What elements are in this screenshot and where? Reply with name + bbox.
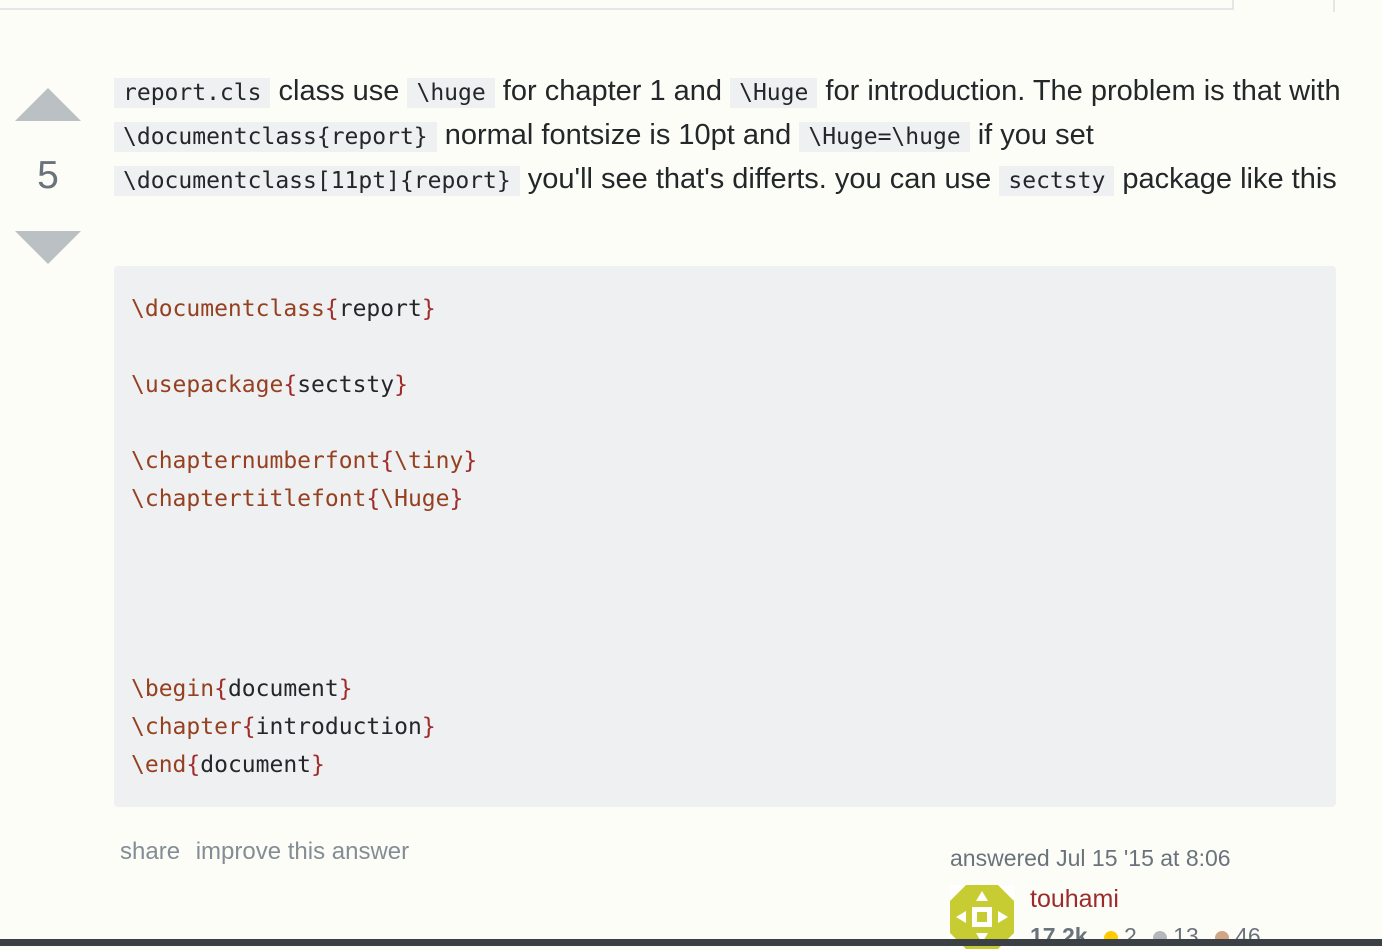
- code-block: \documentclass{report} \usepackage{sectst…: [114, 266, 1336, 807]
- code-command: \usepackage: [131, 372, 284, 398]
- code-line: \chapternumberfont{\tiny}: [131, 442, 1319, 480]
- code-brace: }: [338, 676, 353, 702]
- body-text: package like this: [1114, 163, 1337, 195]
- code-command: \end: [131, 752, 187, 778]
- code-argument: introduction: [255, 714, 422, 740]
- bottom-scroll-bar: [0, 939, 1382, 946]
- answer-body: report.cls class use \huge for chapter 1…: [114, 70, 1344, 202]
- code-line: \usepackage{sectsty}: [131, 366, 1319, 404]
- code-argument-command: \Huge: [380, 486, 450, 512]
- body-text: for introduction. The problem is that wi…: [817, 75, 1341, 107]
- user-info: answered Jul 15 '15 at 8:06 touhami 17.2…: [950, 845, 1280, 949]
- inline-code: \Huge: [730, 78, 818, 108]
- code-brace: {: [283, 372, 298, 398]
- inline-code: \documentclass[11pt]{report}: [114, 166, 520, 196]
- body-text: normal fontsize is 10pt and: [436, 119, 800, 151]
- inline-code: sectsty: [999, 166, 1115, 196]
- inline-code: \Huge=\huge: [799, 122, 970, 152]
- code-argument-command: \tiny: [394, 448, 464, 474]
- body-text: class use: [270, 75, 408, 107]
- code-brace: {: [380, 448, 395, 474]
- share-link[interactable]: share: [120, 838, 180, 865]
- code-line: \end{document}: [131, 746, 1319, 784]
- code-command: \chapter: [131, 714, 242, 740]
- code-brace: }: [311, 752, 325, 778]
- body-text: you'll see that's differts. you can use: [519, 163, 1000, 195]
- code-brace: }: [449, 486, 464, 512]
- code-brace: {: [214, 676, 228, 702]
- code-argument: document: [200, 752, 312, 778]
- code-command: \chapternumberfont: [131, 448, 381, 474]
- code-line: \chapter{introduction}: [131, 708, 1319, 746]
- code-brace: }: [394, 372, 408, 398]
- code-brace: {: [186, 752, 201, 778]
- vote-count: 5: [37, 154, 59, 197]
- inline-code: \documentclass{report}: [114, 122, 437, 152]
- user-name-link[interactable]: touhami: [1030, 885, 1119, 914]
- code-command: \begin: [131, 676, 215, 702]
- code-line: \chaptertitlefont{\Huge}: [131, 480, 1319, 518]
- downvote-arrow-icon[interactable]: [15, 231, 81, 264]
- improve-answer-link[interactable]: improve this answer: [196, 838, 409, 865]
- sidebar-divider: [1333, 0, 1335, 12]
- post-menu: share improve this answer: [120, 838, 418, 866]
- body-text: if you set: [969, 119, 1094, 151]
- code-line: \documentclass{report}: [131, 290, 1319, 328]
- code-argument: sectsty: [297, 372, 395, 398]
- inline-code: \huge: [407, 78, 495, 108]
- answered-time: answered Jul 15 '15 at 8:06: [950, 845, 1231, 871]
- body-text: for chapter 1 and: [494, 75, 731, 107]
- code-argument: document: [227, 676, 339, 702]
- vote-cell: 5: [14, 88, 82, 264]
- inline-code: report.cls: [114, 78, 271, 108]
- code-line: \begin{document}: [131, 670, 1319, 708]
- code-brace: {: [366, 486, 381, 512]
- code-brace: }: [421, 714, 436, 740]
- code-command: \chaptertitlefont: [131, 486, 367, 512]
- code-brace: {: [324, 296, 339, 322]
- code-brace: }: [463, 448, 478, 474]
- code-brace: }: [421, 296, 436, 322]
- code-command: \documentclass: [131, 296, 325, 322]
- code-brace: {: [241, 714, 256, 740]
- upvote-arrow-icon[interactable]: [15, 88, 81, 121]
- previous-post-box: [0, 0, 1234, 10]
- code-argument: report: [338, 296, 422, 322]
